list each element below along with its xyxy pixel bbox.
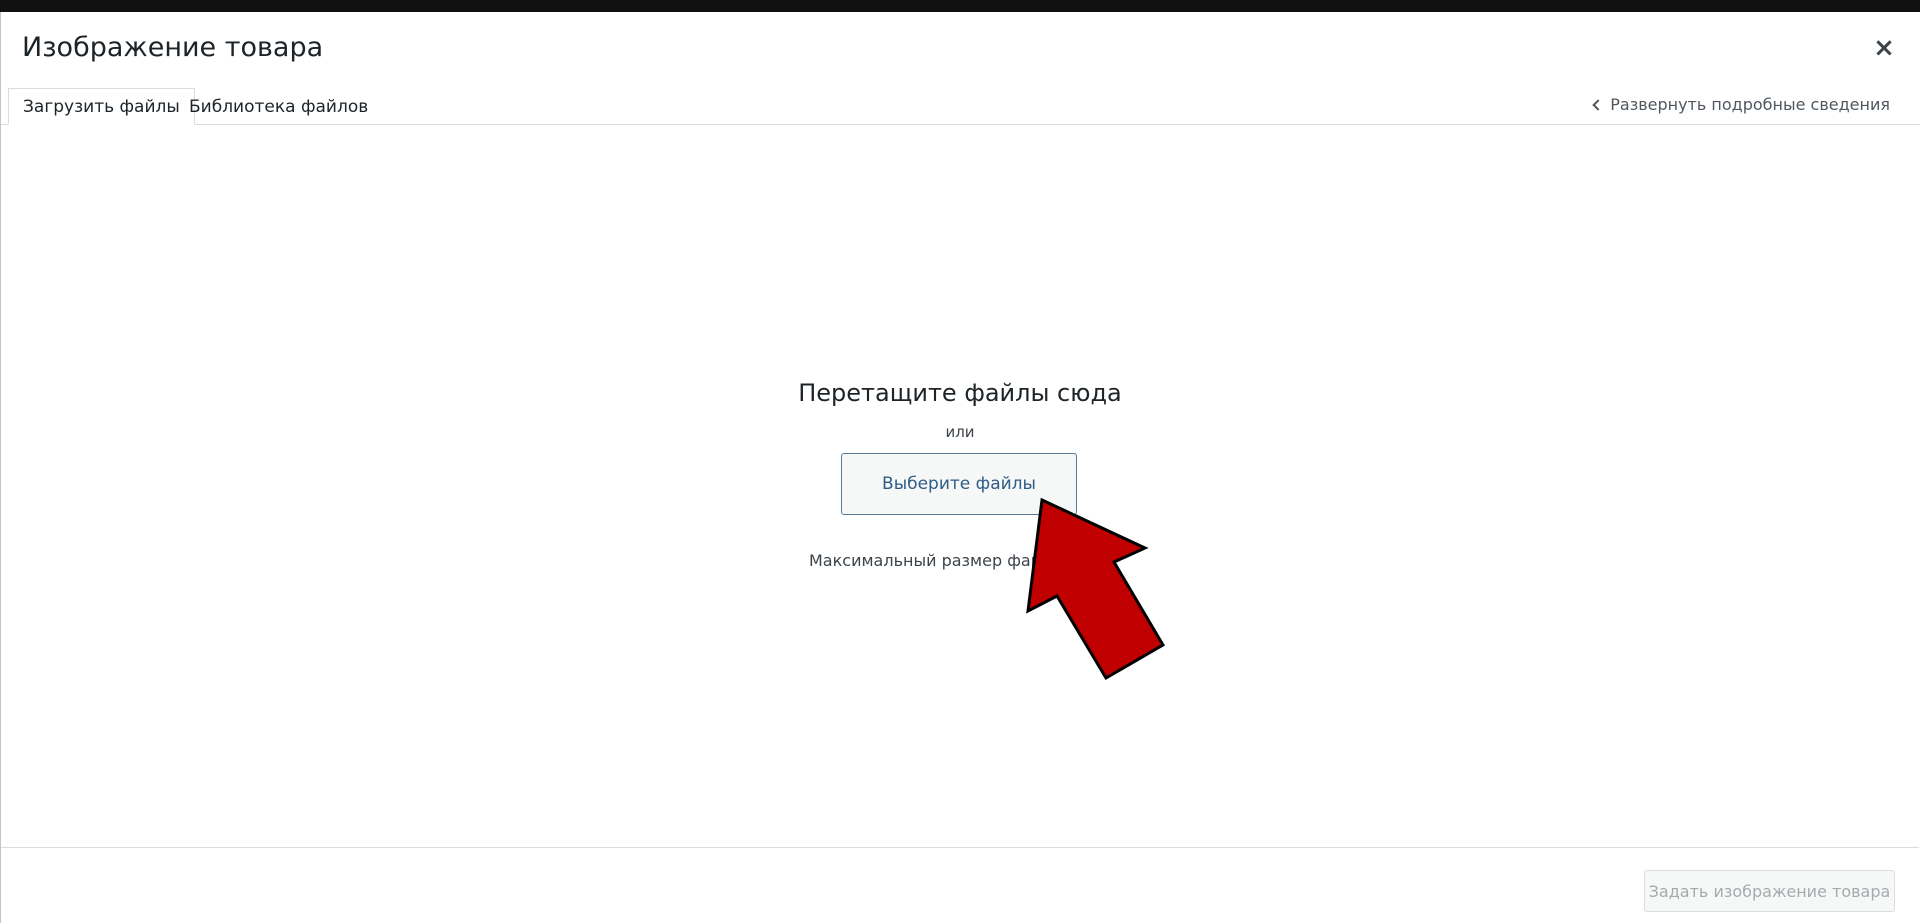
chevron-left-icon — [1592, 99, 1604, 111]
or-text: или — [945, 423, 975, 441]
top-bar — [0, 0, 1920, 12]
arrow-shape — [1026, 497, 1166, 681]
set-product-image-button[interactable]: Задать изображение товара — [1644, 870, 1895, 912]
media-modal: Изображение товара × Загрузить файлы Биб… — [0, 12, 1920, 923]
expand-details-link[interactable]: Развернуть подробные сведения — [1592, 95, 1890, 114]
expand-details-label: Развернуть подробные сведения — [1610, 95, 1890, 114]
tab-upload-files[interactable]: Загрузить файлы — [8, 88, 195, 125]
drop-zone-title: Перетащите файлы сюда — [798, 379, 1122, 407]
close-icon[interactable]: × — [1870, 33, 1898, 63]
tab-media-library[interactable]: Библиотека файлов — [175, 88, 382, 125]
modal-title: Изображение товара — [22, 32, 324, 63]
footer-divider — [1, 847, 1919, 848]
tab-bar: Загрузить файлы Библиотека файлов Развер… — [1, 76, 1920, 125]
red-arrow-annotation-icon — [1026, 497, 1166, 681]
